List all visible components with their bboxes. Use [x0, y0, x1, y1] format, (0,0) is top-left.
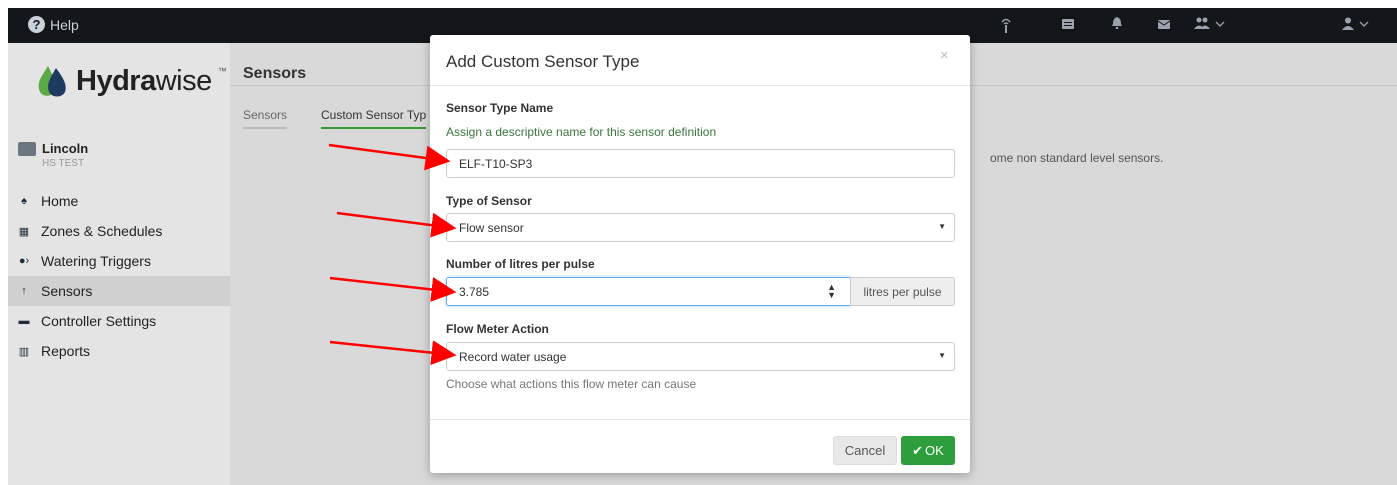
background-description: ome non standard level sensors.: [990, 151, 1164, 165]
sidebar-item-label: Watering Triggers: [41, 253, 151, 269]
sidebar-item-label: Reports: [41, 343, 91, 359]
add-custom-sensor-modal: Add Custom Sensor Type × Sensor Type Nam…: [430, 35, 970, 473]
hydrawise-logo[interactable]: Hydrawise ™: [34, 64, 227, 98]
ok-button[interactable]: ✔ OK: [901, 436, 955, 465]
zones-icon: ▦: [18, 225, 30, 238]
tab-custom-sensor-types[interactable]: Custom Sensor Typ: [321, 108, 427, 129]
litres-per-pulse-unit: litres per pulse: [850, 277, 955, 306]
ok-label: OK: [925, 443, 944, 458]
user-icon[interactable]: [1342, 17, 1372, 35]
sensor-icon[interactable]: [1001, 17, 1011, 37]
sensor-type-name-input[interactable]: ELF-T10-SP3: [446, 149, 955, 178]
cancel-button[interactable]: Cancel: [833, 436, 897, 465]
help-icon: ?: [28, 16, 45, 33]
caret-down-icon: ▼: [938, 222, 946, 231]
users-icon[interactable]: [1194, 17, 1228, 35]
controller-icon: [18, 142, 36, 156]
help-label: Help: [50, 16, 79, 33]
modal-footer-divider: [430, 419, 970, 420]
app-window: ? Help Hydrawise ™ Lincoln HS TEST ♠ Hom…: [8, 8, 1397, 485]
sensor-type-name-hint: Assign a descriptive name for this senso…: [446, 125, 717, 139]
controller-settings-icon: ▬: [18, 315, 30, 327]
sidebar-item-reports[interactable]: ▥ Reports: [8, 336, 230, 366]
flow-meter-action-select[interactable]: Record water usage ▼: [446, 342, 955, 371]
controller-subtitle: HS TEST: [42, 158, 85, 169]
triggers-icon: ●›: [18, 255, 30, 267]
flow-meter-action-value: Record water usage: [459, 349, 567, 364]
type-of-sensor-value: Flow sensor: [459, 220, 524, 235]
sidebar-item-watering-triggers[interactable]: ●› Watering Triggers: [8, 246, 230, 276]
flow-meter-action-label: Flow Meter Action: [446, 322, 549, 336]
sidebar-item-home[interactable]: ♠ Home: [8, 186, 230, 216]
sidebar-item-zones-schedules[interactable]: ▦ Zones & Schedules: [8, 216, 230, 246]
trademark-mark: ™: [217, 66, 227, 76]
checkmark-icon: ✔: [912, 442, 924, 458]
type-of-sensor-select[interactable]: Flow sensor ▼: [446, 213, 955, 242]
mail-icon[interactable]: [1157, 17, 1171, 33]
tab-sensors[interactable]: Sensors: [243, 108, 288, 129]
sensor-type-name-label: Sensor Type Name: [446, 101, 554, 115]
sidebar-item-label: Zones & Schedules: [41, 223, 163, 239]
sidebar-item-controller-settings[interactable]: ▬ Controller Settings: [8, 306, 230, 336]
flow-meter-action-hint: Choose what actions this flow meter can …: [446, 377, 697, 391]
logo-wordmark: Hydrawise: [76, 64, 212, 97]
sensor-icon: ↑: [21, 285, 27, 297]
water-drop-logo-icon: [38, 66, 66, 97]
type-of-sensor-label: Type of Sensor: [446, 194, 532, 208]
sidebar: Hydrawise ™ Lincoln HS TEST ♠ Home ▦ Zon…: [8, 43, 230, 485]
sidebar-item-label: Sensors: [41, 283, 93, 299]
bell-icon[interactable]: [1112, 17, 1122, 33]
caret-down-icon: ▼: [938, 351, 946, 360]
page-title: Sensors: [243, 65, 307, 82]
modal-header: Add Custom Sensor Type ×: [430, 35, 970, 86]
number-spinner-icon[interactable]: ▲ ▼: [827, 283, 836, 300]
litres-per-pulse-input[interactable]: 3.785 ▲ ▼: [446, 277, 851, 306]
modal-title: Add Custom Sensor Type: [446, 52, 640, 71]
reports-icon: ▥: [18, 345, 30, 358]
close-icon[interactable]: ×: [940, 47, 949, 64]
help-link[interactable]: ? Help: [28, 16, 79, 33]
home-icon: ♠: [21, 195, 27, 207]
controller-selector[interactable]: Lincoln HS TEST: [18, 141, 88, 169]
sidebar-item-label: Controller Settings: [41, 313, 157, 329]
sidebar-item-label: Home: [41, 193, 79, 209]
sidebar-item-sensors[interactable]: ↑ Sensors: [8, 276, 230, 306]
litres-per-pulse-label: Number of litres per pulse: [446, 257, 595, 271]
litres-per-pulse-value: 3.785: [459, 284, 490, 299]
list-icon[interactable]: [1062, 17, 1074, 33]
controller-name: Lincoln: [42, 141, 89, 156]
sidebar-nav: ♠ Home ▦ Zones & Schedules ●› Watering T…: [8, 186, 230, 366]
